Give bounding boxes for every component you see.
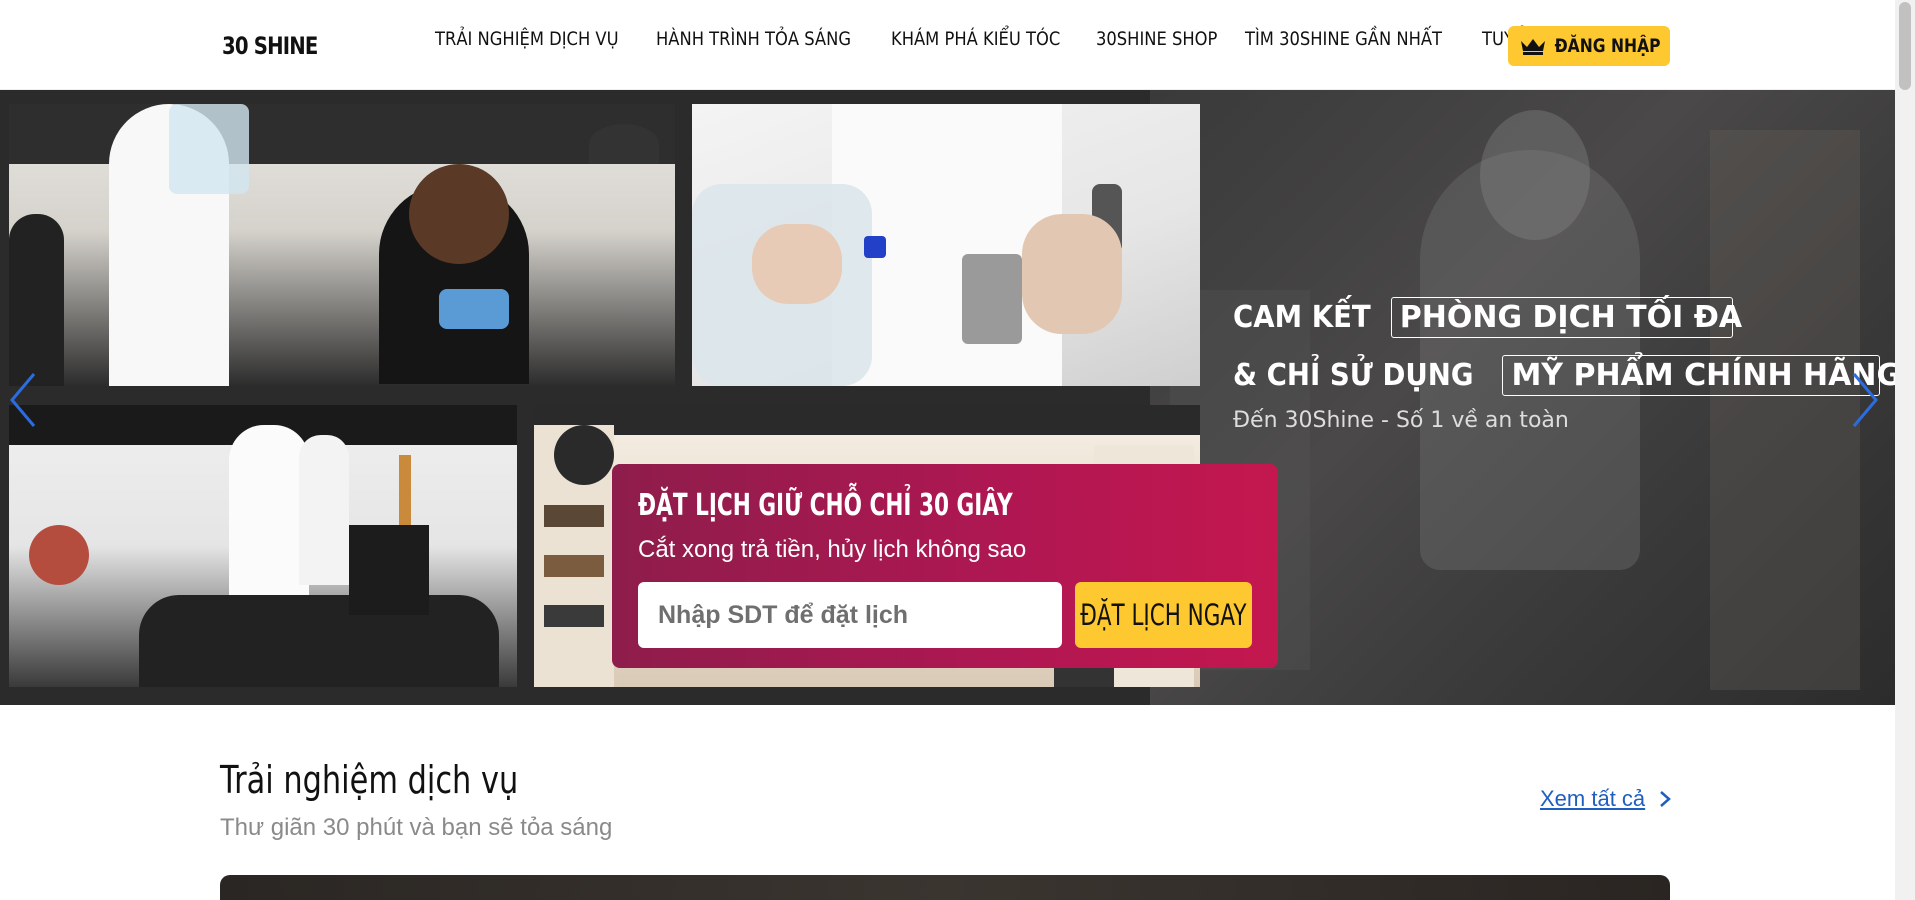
- site-header: 30 SHINE TRẢI NGHIỆM DỊCH VỤ HÀNH TRÌNH …: [0, 0, 1895, 90]
- chevron-right-small-icon: [1660, 791, 1672, 807]
- headline-line1-prefix: CAM KẾT: [1233, 299, 1371, 335]
- nav-item-journey[interactable]: HÀNH TRÌNH TỎA SÁNG: [656, 28, 851, 50]
- booking-card: ĐẶT LỊCH GIỮ CHỖ CHỈ 30 GIÂY Cắt xong tr…: [612, 464, 1278, 668]
- service-card-image[interactable]: [220, 875, 1670, 900]
- phone-input[interactable]: [638, 582, 1062, 648]
- booking-title: ĐẶT LỊCH GIỮ CHỖ CHỈ 30 GIÂY: [638, 488, 1013, 523]
- page: 30 SHINE TRẢI NGHIỆM DỊCH VỤ HÀNH TRÌNH …: [0, 0, 1915, 900]
- logo-text: 30 SHINE: [222, 32, 318, 60]
- hero-subtitle: Đến 30Shine - Số 1 về an toàn: [1233, 408, 1569, 433]
- headline-line2-highlight: MỸ PHẨM CHÍNH HÃNG: [1502, 354, 1895, 396]
- headline-line1-highlight: PHÒNG DỊCH TỐI ĐA: [1390, 296, 1742, 338]
- chevron-left-icon[interactable]: [6, 370, 40, 430]
- book-now-label: ĐẶT LỊCH NGAY: [1080, 598, 1247, 632]
- photo-salon-sanitizing: [9, 405, 517, 687]
- brand-logo[interactable]: 30 SHINE: [218, 16, 324, 76]
- photo-clipper-disinfect: [692, 104, 1200, 386]
- main-nav: TRẢI NGHIỆM DỊCH VỤ HÀNH TRÌNH TỎA SÁNG …: [435, 28, 1591, 50]
- login-button[interactable]: ĐĂNG NHẬP: [1508, 26, 1670, 66]
- section-subtitle: Thư giãn 30 phút và bạn sẽ tỏa sáng: [220, 814, 613, 841]
- photo-barber-haircut: [9, 104, 675, 386]
- chevron-right-icon[interactable]: [1848, 370, 1882, 430]
- headline-line2-prefix: & CHỈ SỬ DỤNG: [1233, 357, 1474, 393]
- see-all-link[interactable]: Xem tất cả: [1540, 786, 1672, 812]
- page-scrollbar[interactable]: [1895, 0, 1915, 900]
- hero-headline: CAM KẾT PHÒNG DỊCH TỐI ĐA & CHỈ SỬ DỤNG …: [1233, 292, 1895, 433]
- nav-item-find-nearest[interactable]: TÌM 30SHINE GẦN NHẤT: [1245, 28, 1442, 50]
- nav-item-hairstyles[interactable]: KHÁM PHÁ KIỂU TÓC: [891, 28, 1060, 50]
- section-title: Trải nghiệm dịch vụ: [220, 758, 519, 802]
- nav-item-shop[interactable]: 30SHINE SHOP: [1096, 28, 1217, 50]
- booking-subtitle: Cắt xong trả tiền, hủy lịch không sao: [638, 536, 1027, 563]
- crown-icon: [1521, 39, 1546, 55]
- see-all-label: Xem tất cả: [1540, 786, 1646, 811]
- login-label: ĐĂNG NHẬP: [1555, 35, 1661, 57]
- scrollbar-thumb[interactable]: [1899, 2, 1911, 90]
- nav-item-services[interactable]: TRẢI NGHIỆM DỊCH VỤ: [435, 28, 619, 50]
- book-now-button[interactable]: ĐẶT LỊCH NGAY: [1075, 582, 1252, 648]
